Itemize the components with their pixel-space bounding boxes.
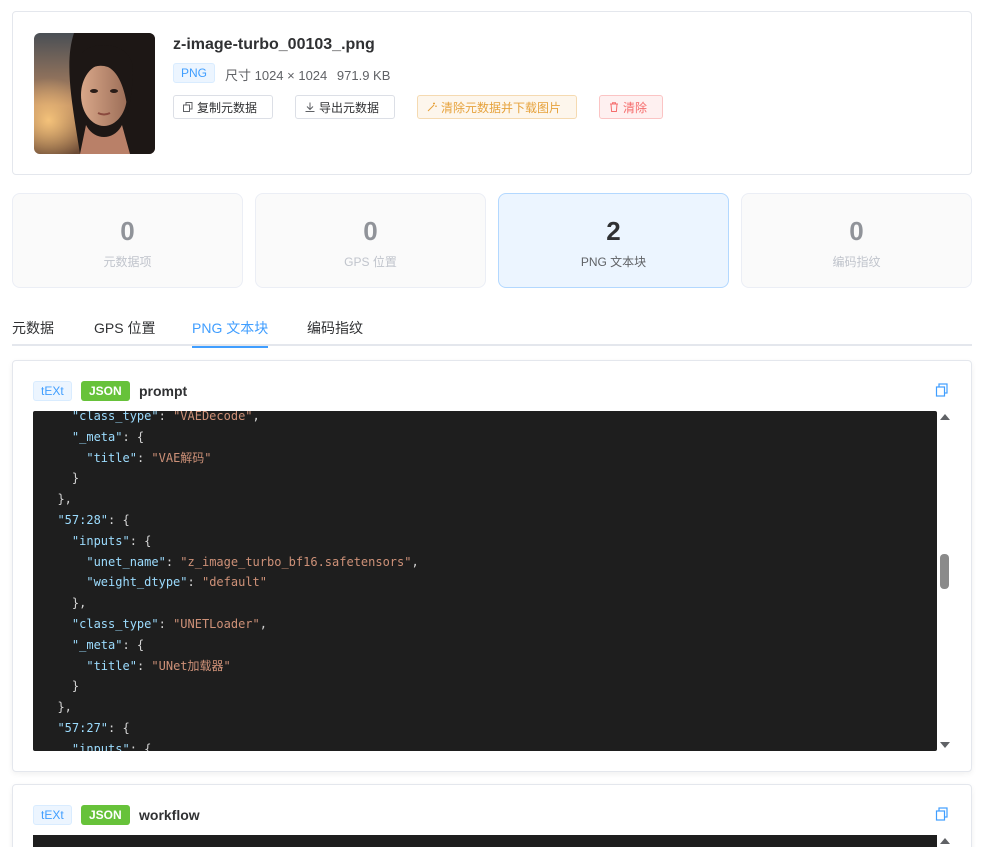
text-chunk-workflow: tEXt JSON workflow [12,784,972,847]
file-meta: 尺寸 1024 × 1024 971.9 KB [225,65,396,84]
stat-png-text-chunks[interactable]: 2 PNG 文本块 [498,193,729,288]
file-info-card: z-image-turbo_00103_.png PNG 尺寸 1024 × 1… [12,11,972,175]
code-line: "inputs": { [71,533,152,548]
code-line: "_meta": { [71,429,145,444]
image-dimensions: 尺寸 1024 × 1024 [225,68,328,83]
format-json-tag: JSON [81,805,130,825]
file-name: z-image-turbo_00103_.png [173,36,375,53]
code-line: "class_type": "VAEDecode", [71,411,260,423]
stat-label: 元数据项 [103,255,152,269]
tab-metadata[interactable]: 元数据 [12,318,54,346]
file-size: 971.9 KB [336,68,391,83]
image-thumbnail[interactable] [34,33,155,154]
export-metadata-button[interactable]: 导出元数据 [295,95,395,119]
code-content: "class_type": "VAEDecode", "_meta": { "t… [43,411,419,751]
clean-and-download-button[interactable]: 清除元数据并下载图片 [417,95,577,119]
copy-icon [183,102,193,112]
download-icon [305,102,315,112]
export-metadata-label: 导出元数据 [319,100,380,115]
tab-encoding-fingerprint[interactable]: 编码指纹 [307,318,363,346]
copy-metadata-button[interactable]: 复制元数据 [173,95,273,119]
code-line: "title": "UNet加载器" [86,658,231,673]
code-viewer[interactable]: "class_type": "VAEDecode", "_meta": { "t… [33,411,937,751]
text-chunk-prompt: tEXt JSON prompt "class_type": "VAEDecod… [12,360,972,772]
scroll-down-arrow-icon[interactable] [940,742,950,748]
scrollbar-thumb[interactable] [940,554,949,589]
code-line: "unet_name": "z_image_turbo_bf16.safeten… [86,554,419,569]
copy-metadata-label: 复制元数据 [197,100,258,115]
tab-bar: 元数据 GPS 位置 PNG 文本块 编码指纹 [12,308,972,348]
clear-label: 清除 [623,100,648,115]
stat-count: 0 [120,216,135,246]
magic-wand-icon [427,102,437,112]
format-tag: PNG [173,63,216,83]
code-scrollbar[interactable] [937,411,953,751]
code-viewer[interactable] [33,835,937,847]
chunk-type-tag: tEXt [33,381,72,401]
code-line: "_meta": { [71,637,145,652]
code-line: } [71,471,80,486]
stat-metadata-items[interactable]: 0 元数据项 [12,193,243,288]
stat-label: PNG 文本块 [580,255,647,269]
code-scrollbar[interactable] [937,835,953,847]
stat-encoding-fingerprint[interactable]: 0 编码指纹 [741,193,972,288]
code-line: }, [57,700,72,715]
stat-count: 2 [606,216,621,246]
code-line: "57:28": { [57,512,130,527]
stat-label: GPS 位置 [344,255,397,269]
scroll-up-arrow-icon[interactable] [940,838,950,844]
tab-gps-location[interactable]: GPS 位置 [94,318,155,346]
clean-and-download-label: 清除元数据并下载图片 [441,100,562,115]
code-line: "weight_dtype": "default" [86,575,267,590]
format-json-tag: JSON [81,381,130,401]
stat-label: 编码指纹 [832,255,881,269]
code-line: "title": "VAE解码" [86,450,212,465]
trash-icon [610,102,618,112]
code-line: } [71,679,80,694]
tab-png-text-chunks[interactable]: PNG 文本块 [192,318,269,348]
code-line: "57:27": { [57,720,130,735]
code-line: }, [71,596,87,611]
code-line: }, [57,492,72,507]
chunk-key-name: workflow [139,807,200,823]
stat-gps-location[interactable]: 0 GPS 位置 [255,193,486,288]
chunk-key-name: prompt [139,383,188,399]
copy-icon[interactable] [935,807,949,821]
scroll-up-arrow-icon[interactable] [940,414,950,420]
clear-button[interactable]: 清除 [599,95,663,119]
code-line: "class_type": "UNETLoader", [71,616,267,631]
stat-count: 0 [363,216,378,246]
code-line: "inputs": { [71,741,152,751]
chunk-type-tag: tEXt [33,805,72,825]
stat-count: 0 [849,216,864,246]
copy-icon[interactable] [935,383,949,397]
